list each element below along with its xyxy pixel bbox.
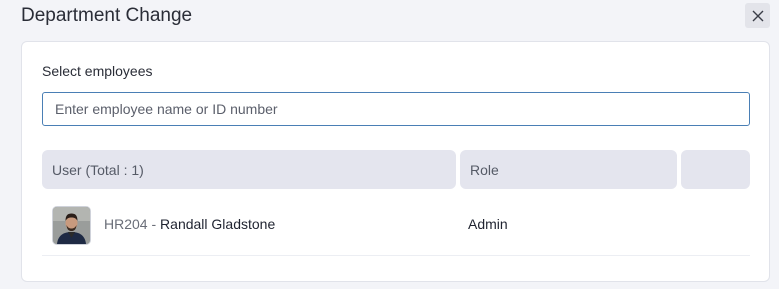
employee-search-input[interactable] [42, 92, 750, 126]
id-separator: - [151, 216, 157, 232]
close-icon [752, 10, 763, 21]
employee-name: Randall Gladstone [160, 216, 276, 232]
dialog-header: Department Change [0, 0, 779, 34]
column-header-role: Role [460, 150, 677, 189]
role-cell: Admin [468, 216, 508, 232]
employee-id: HR204 [104, 216, 148, 232]
avatar [52, 206, 91, 245]
dialog-title: Department Change [21, 5, 193, 26]
column-header-user: User (Total : 1) [42, 150, 456, 189]
column-header-actions [681, 150, 750, 189]
employee-selection-card: Select employees User (Total : 1) Role H… [21, 41, 770, 282]
close-button[interactable] [745, 3, 770, 28]
avatar-icon [53, 207, 90, 244]
user-cell: HR204 - Randall Gladstone [104, 216, 275, 232]
select-employees-label: Select employees [42, 63, 153, 79]
table-row: HR204 - Randall Gladstone Admin [42, 193, 750, 256]
